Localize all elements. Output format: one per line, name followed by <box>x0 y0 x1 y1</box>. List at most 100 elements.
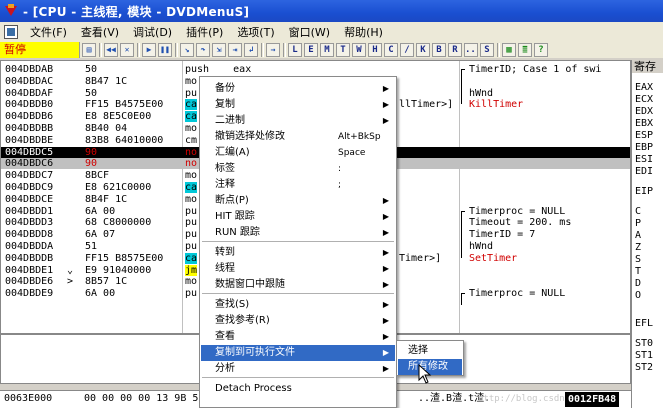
toolbar-separator <box>99 42 102 57</box>
open-icon: ▤ <box>86 44 92 54</box>
menu-item[interactable]: 复制 ▶ <box>201 97 395 113</box>
menu-item[interactable]: RUN 跟踪 ▶ <box>201 225 395 241</box>
play-button[interactable]: ▶ <box>142 42 156 57</box>
window-button[interactable]: K <box>416 42 430 57</box>
menu-item[interactable]: 线程 ▶ <box>201 261 395 277</box>
menu-item-label: 查找参考(R) <box>215 315 270 326</box>
window-button[interactable]: L <box>288 42 302 57</box>
menu-item[interactable]: 分析 ▶ <box>201 361 395 377</box>
comment-cell <box>463 76 630 87</box>
step-over-button[interactable]: ↷ <box>196 42 210 57</box>
menu-item[interactable]: 插件(P) <box>179 24 230 40</box>
menu-item[interactable]: Detach Process <box>201 381 395 397</box>
menu-item[interactable]: 查找(S) ▶ <box>201 297 395 313</box>
menu-item[interactable]: 数据窗口中跟随 ▶ <box>201 277 395 293</box>
submenu-arrow-icon: ▶ <box>382 84 389 93</box>
submenu-arrow-icon: ▶ <box>382 100 389 109</box>
open-button[interactable]: ▤ <box>82 42 96 57</box>
comment-cell <box>463 170 630 181</box>
jump-marker: > <box>67 276 74 288</box>
jump-marker <box>67 147 81 158</box>
help-button[interactable]: ? <box>534 42 548 57</box>
ollydbg-icon[interactable] <box>3 3 19 19</box>
window-button[interactable]: R <box>448 42 462 57</box>
menu-item[interactable]: 断点(P) ▶ <box>201 193 395 209</box>
window-button[interactable]: M <box>320 42 334 57</box>
call-bracket <box>461 293 462 305</box>
child-window-icon[interactable] <box>4 24 18 39</box>
window-button[interactable]: / <box>400 42 414 57</box>
menu-item[interactable]: 撤销选择处修改 Alt+BkSp <box>201 129 395 145</box>
menu-item[interactable]: 注释; <box>201 177 395 193</box>
asm-text: mo <box>185 123 198 134</box>
menu-item[interactable]: 备份 ▶ <box>201 81 395 97</box>
address-cell: 004DBDAC <box>5 75 54 87</box>
menu-item[interactable]: 选项(T) <box>230 24 281 40</box>
address-cell: 004DBDCE <box>5 193 54 205</box>
title-bar: - [CPU - 主线程, 模块 - DVDMenuS] <box>0 0 663 22</box>
rewind-button[interactable]: ◀◀ <box>104 42 118 57</box>
play-icon: ▶ <box>146 44 152 54</box>
trace-over-button[interactable]: ⇥ <box>228 42 242 57</box>
address-cell: 004DBDC7 <box>5 170 54 182</box>
menu-separator <box>202 241 394 242</box>
menu-item[interactable]: 二进制 ▶ <box>201 113 395 129</box>
submenu-arrow-icon: ▶ <box>382 228 389 237</box>
menu-item[interactable]: HIT 跟踪 ▶ <box>201 209 395 225</box>
step-into-button[interactable]: ↘ <box>180 42 194 57</box>
menu-item[interactable]: 查看(V) <box>74 24 126 40</box>
trace-into-button[interactable]: ⇲ <box>212 42 226 57</box>
menu-item-label: 二进制 <box>215 115 245 126</box>
window-button[interactable]: S <box>480 42 494 57</box>
menu-item[interactable]: 汇编(A) Space <box>201 145 395 161</box>
dump-hex: 00 00 00 00 13 9B 5 <box>84 393 199 404</box>
asm-text: pu <box>185 288 198 300</box>
list-button[interactable]: ≣ <box>518 42 532 57</box>
hex-cell: 50 <box>85 87 98 99</box>
menu-item[interactable]: 调试(D) <box>126 24 179 40</box>
disasm-row[interactable]: 004DBDAB 50 push eax TimerID; Case 1 of sw… <box>1 64 630 75</box>
menu-item-shortcut: Space <box>338 148 366 158</box>
asm-text: jm <box>185 264 198 276</box>
window-button[interactable]: B <box>432 42 446 57</box>
context-menu: 备份 ▶ 复制 ▶ 二进制 ▶ 撤销选择处修改 Alt+BkSp 汇编(A) Space 标签: 注释… <box>199 76 397 408</box>
hex-cell: E9 91040000 <box>85 264 152 276</box>
window-button[interactable]: T <box>336 42 350 57</box>
window-button[interactable]: W <box>352 42 366 57</box>
jump-marker <box>67 111 81 122</box>
window-button[interactable]: E <box>304 42 318 57</box>
jump-marker <box>67 76 81 87</box>
hex-cell: 6A 00 <box>85 205 116 217</box>
menu-item[interactable]: 查看 ▶ <box>201 329 395 345</box>
close-button[interactable]: ✕ <box>120 42 134 57</box>
menu-item-label: Detach Process <box>215 383 292 394</box>
registers-pane[interactable]: 寄存 EAX ECX EDX EBX ESP EBP ESI EDI EIP C P A Z S T D O EF… <box>631 60 663 408</box>
menu-item[interactable]: 复制到可执行文件 ▶ <box>201 345 395 361</box>
call-bracket <box>461 69 465 70</box>
menu-item[interactable]: 窗口(W) <box>282 24 337 40</box>
grid-button[interactable]: ▦ <box>502 42 516 57</box>
submenu-item[interactable]: 选择 <box>398 343 462 359</box>
menu-item[interactable]: 文件(F) <box>23 24 74 40</box>
asm-text: pu <box>185 87 198 99</box>
menu-item[interactable]: 标签: <box>201 161 395 177</box>
goto-button[interactable]: → <box>266 42 280 57</box>
toolbar-separator <box>497 42 500 57</box>
register-label: EBP <box>635 142 654 153</box>
menu-item[interactable]: 转到 ▶ <box>201 245 395 261</box>
address-cell: 004DBDBE <box>5 134 54 146</box>
execute-till-return-button[interactable]: ↲ <box>244 42 258 57</box>
window-button[interactable]: ... <box>464 42 478 57</box>
comment-fragment: llTimer>] <box>399 99 454 111</box>
submenu-arrow-icon: ▶ <box>382 264 389 273</box>
hex-cell: FF15 B8575E00 <box>85 252 164 264</box>
menu-item[interactable]: 查找参考(R) ▶ <box>201 313 395 329</box>
window-button[interactable]: H <box>368 42 382 57</box>
jump-marker <box>67 88 81 99</box>
pause-button[interactable]: ❚❚ <box>158 42 172 57</box>
step-into-icon: ↘ <box>184 44 190 54</box>
menu-item[interactable]: 帮助(H) <box>337 24 390 40</box>
window-button[interactable]: C <box>384 42 398 57</box>
hex-cell: 6A 00 <box>85 288 116 300</box>
menu-item-label: 查看 <box>215 331 235 342</box>
